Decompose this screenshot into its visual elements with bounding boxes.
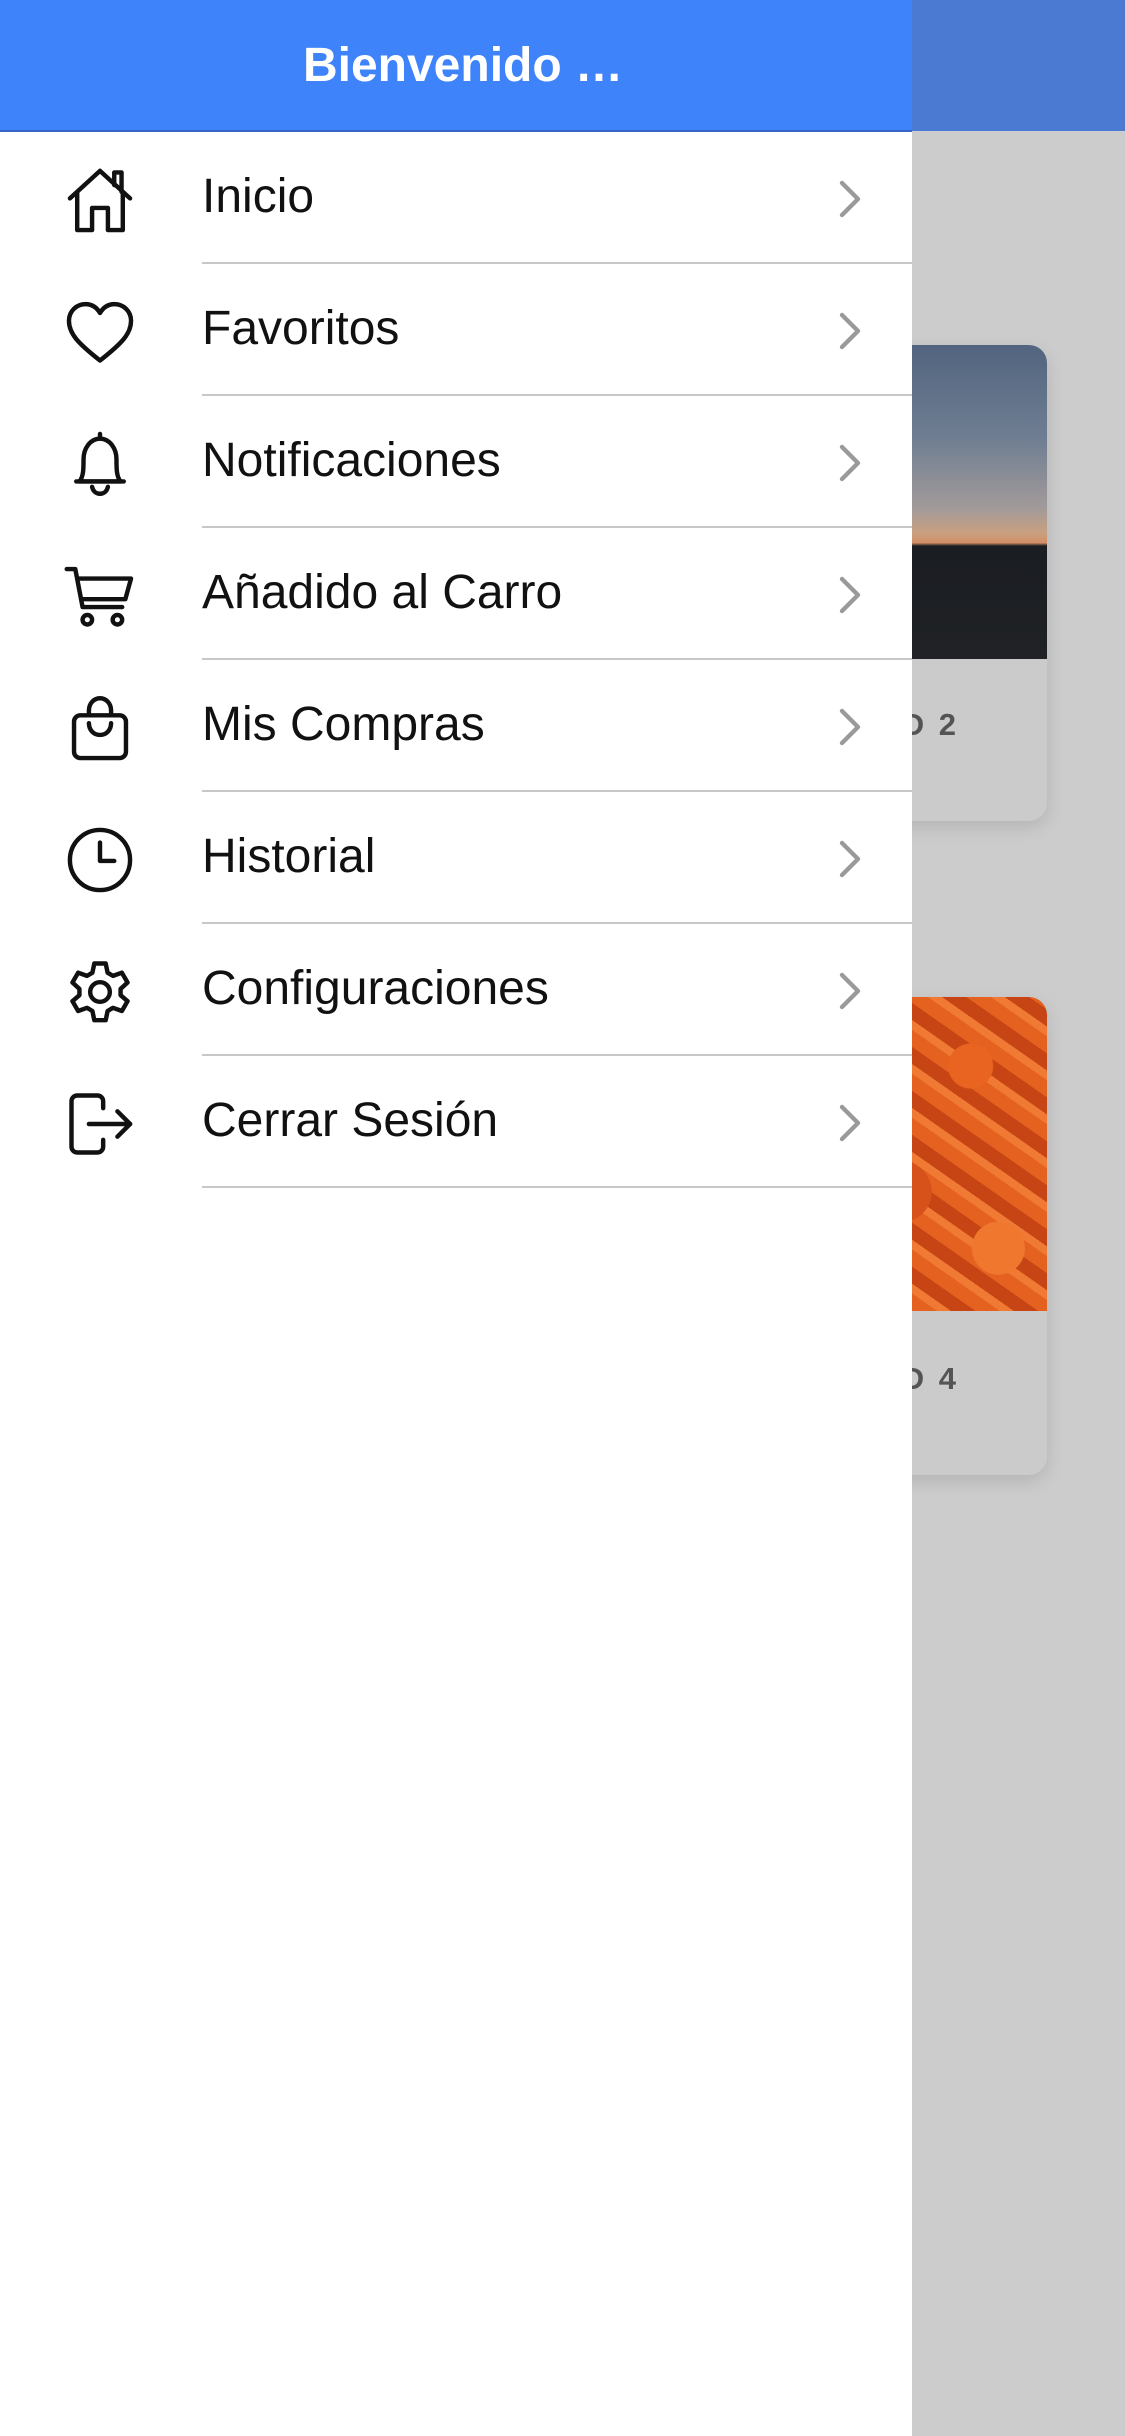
- home-icon: [62, 162, 138, 238]
- heart-icon: [62, 294, 138, 370]
- menu-item-label: Cerrar Sesión: [202, 1094, 499, 1147]
- menu-item-label: Configuraciones: [202, 962, 549, 1015]
- logout-icon: [62, 1086, 138, 1162]
- chevron-right-icon: [830, 835, 870, 883]
- app-screen: D 2 D 4 Bienvenido … Inicio Favoritos No…: [0, 0, 1125, 2436]
- drawer-header: Bienvenido …: [0, 0, 912, 132]
- menu-item-anadido-al-carro[interactable]: Añadido al Carro: [0, 528, 912, 660]
- menu-item-notificaciones[interactable]: Notificaciones: [0, 396, 912, 528]
- menu-item-historial[interactable]: Historial: [0, 792, 912, 924]
- drawer-menu: Inicio Favoritos Notificaciones Añadido …: [0, 132, 912, 1188]
- clock-icon: [62, 822, 138, 898]
- menu-item-label: Notificaciones: [202, 434, 501, 487]
- menu-item-label: Historial: [202, 830, 376, 883]
- side-drawer: Bienvenido … Inicio Favoritos Notificaci…: [0, 0, 912, 2436]
- chevron-right-icon: [830, 571, 870, 619]
- shopping-bag-icon: [62, 690, 138, 766]
- chevron-right-icon: [830, 703, 870, 751]
- divider: [202, 1186, 912, 1188]
- chevron-right-icon: [830, 439, 870, 487]
- menu-item-favoritos[interactable]: Favoritos: [0, 264, 912, 396]
- bell-icon: [62, 426, 138, 502]
- drawer-title: Bienvenido …: [302, 38, 624, 92]
- chevron-right-icon: [830, 175, 870, 223]
- menu-item-cerrar-sesion[interactable]: Cerrar Sesión: [0, 1056, 912, 1188]
- gear-icon: [62, 954, 138, 1030]
- menu-item-label: Añadido al Carro: [202, 566, 563, 619]
- menu-item-label: Inicio: [202, 170, 315, 223]
- menu-item-label: Favoritos: [202, 302, 400, 355]
- menu-item-mis-compras[interactable]: Mis Compras: [0, 660, 912, 792]
- menu-item-inicio[interactable]: Inicio: [0, 132, 912, 264]
- cart-icon: [62, 558, 138, 634]
- chevron-right-icon: [830, 967, 870, 1015]
- chevron-right-icon: [830, 307, 870, 355]
- menu-item-label: Mis Compras: [202, 698, 485, 751]
- menu-item-configuraciones[interactable]: Configuraciones: [0, 924, 912, 1056]
- chevron-right-icon: [830, 1099, 870, 1147]
